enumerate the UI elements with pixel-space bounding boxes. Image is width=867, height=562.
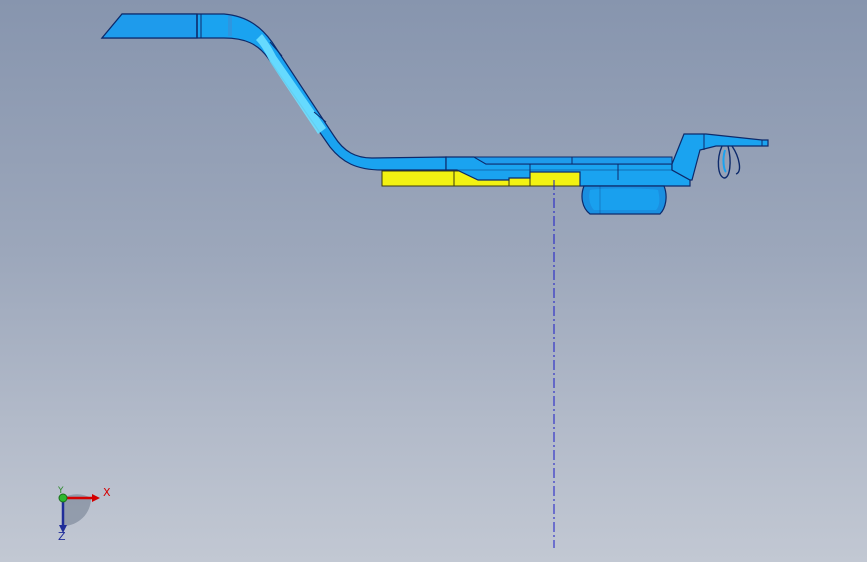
y-axis-label: Y [58, 486, 64, 496]
x-axis-label: X [103, 486, 111, 499]
coordinate-triad[interactable] [58, 493, 100, 533]
z-axis-label: Z [58, 530, 66, 543]
model-view[interactable] [0, 0, 867, 562]
clip-hook[interactable] [717, 145, 741, 179]
cylinder-boss[interactable] [581, 185, 667, 215]
swept-body[interactable] [100, 13, 447, 171]
graphics-viewport[interactable]: X Y Z [0, 0, 867, 562]
